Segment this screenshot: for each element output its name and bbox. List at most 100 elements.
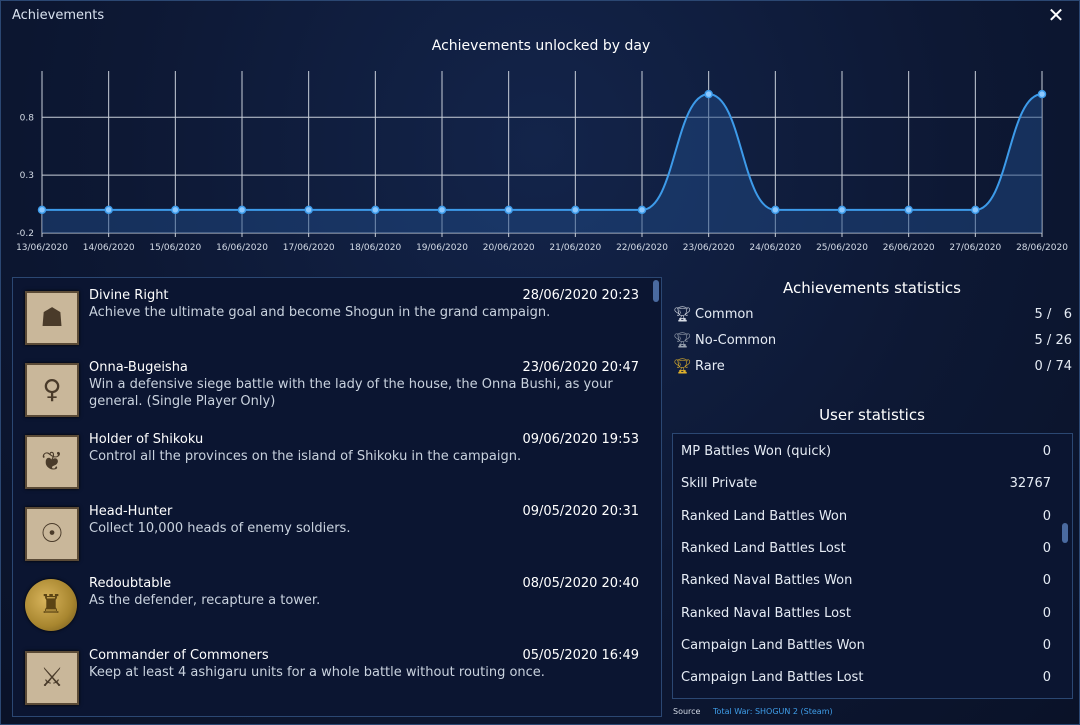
achievement-item[interactable]: ❦ Holder of Shikoku 09/06/2020 19:53 Contro…	[13, 422, 653, 494]
close-button[interactable]: ✕	[1045, 4, 1067, 26]
user-stat-label: Ranked Land Battles Won	[681, 508, 848, 524]
data-point	[571, 205, 580, 215]
stat-value: 5 / 26	[1034, 333, 1072, 348]
user-stat-value: 0	[1042, 605, 1051, 621]
trophy-gold-icon: 🏆︎	[673, 357, 693, 375]
achievement-date: 09/05/2020 20:31	[522, 504, 639, 519]
achievement-name: Holder of Shikoku	[89, 432, 204, 447]
onna-bushi-icon: ♀	[25, 363, 79, 417]
stat-label: No-Common	[695, 333, 777, 348]
user-stat-row: Ranked Naval Battles Lost 0	[681, 606, 1051, 626]
achievement-date: 09/06/2020 19:53	[522, 432, 639, 447]
achievement-name: Redoubtable	[89, 576, 172, 591]
user-stat-row: Ranked Naval Battles Won 0	[681, 573, 1051, 593]
achievements-list[interactable]: ☗ Divine Right 28/06/2020 20:23 Achieve the…	[12, 277, 662, 717]
user-stat-label: Ranked Naval Battles Won	[681, 573, 853, 589]
x-tick-label: 17/06/2020	[283, 243, 335, 253]
achievement-item[interactable]: ♜ Redoubtable 08/05/2020 20:40 As the defen…	[13, 566, 653, 638]
user-stat-label: Campaign Land Battles Lost	[681, 670, 864, 686]
achievement-description: Collect 10,000 heads of enemy soldiers.	[89, 521, 351, 536]
data-point	[971, 205, 980, 215]
achievement-name: Onna-Bugeisha	[89, 360, 188, 375]
achievements-statistics-title: Achievements statistics	[783, 279, 961, 297]
user-stat-row: Campaign Land Battles Lost 0	[681, 670, 1051, 690]
chart-title: Achievements unlocked by day	[431, 38, 651, 54]
user-stat-label: MP Battles Won (quick)	[681, 444, 832, 459]
data-point	[904, 205, 913, 215]
data-point	[37, 205, 47, 215]
x-tick-label: 16/06/2020	[216, 243, 268, 253]
x-tick-label: 28/06/2020	[1016, 243, 1068, 253]
user-stats-scrollbar[interactable]	[1062, 523, 1068, 543]
user-statistics-list[interactable]: MP Battles Won (quick) 0 Skill Private 3276…	[672, 433, 1073, 699]
source-link[interactable]: Total War: SHOGUN 2 (Steam)	[713, 707, 833, 716]
user-stat-value: 0	[1042, 670, 1051, 686]
user-stat-value: 32767	[1009, 476, 1051, 492]
user-stat-label: Ranked Naval Battles Lost	[681, 605, 851, 621]
stat-row: 🏆︎ Rare 0 / 74	[673, 357, 1073, 379]
x-tick-label: 19/06/2020	[416, 243, 468, 253]
achievement-item[interactable]: ⚔ Commander of Commoners 05/05/2020 16:49 K…	[13, 638, 653, 710]
user-stat-row: MP Battles Won (quick) 0	[681, 444, 1051, 464]
user-stat-row: Campaign Land Battles Won 0	[681, 638, 1051, 658]
x-tick-label: 23/06/2020	[683, 243, 735, 253]
data-point	[237, 205, 247, 215]
achievement-date: 08/05/2020 20:40	[522, 576, 639, 591]
user-stat-value: 0	[1042, 444, 1051, 459]
user-stat-row: Ranked Land Battles Won 0	[681, 509, 1051, 529]
source-line: Source Total War: SHOGUN 2 (Steam)	[673, 707, 833, 716]
trophy-outline-icon: 🏆︎	[673, 305, 693, 323]
achievement-name: Head-Hunter	[89, 504, 173, 519]
user-stat-row: Ranked Land Battles Lost 0	[681, 541, 1051, 561]
y-tick-label: 0.3	[20, 171, 34, 181]
user-stat-label: Campaign Land Battles Won	[681, 637, 865, 653]
achievement-date: 23/06/2020 20:47	[522, 360, 639, 375]
user-stat-value: 0	[1042, 508, 1051, 524]
data-point	[504, 205, 513, 215]
user-stat-label: Ranked Land Battles Lost	[681, 540, 846, 556]
x-tick-label: 15/06/2020	[149, 243, 201, 253]
achievement-item[interactable]: ☗ Divine Right 28/06/2020 20:23 Achieve the…	[13, 278, 653, 350]
tower-coin-icon: ♜	[25, 579, 77, 631]
x-tick-label: 24/06/2020	[749, 243, 801, 253]
achievements-window: Achievements ✕ Achievements unlocked by …	[0, 0, 1080, 725]
data-point	[837, 205, 847, 215]
x-tick-label: 14/06/2020	[83, 243, 135, 253]
x-tick-label: 18/06/2020	[349, 243, 401, 253]
x-tick-label: 21/06/2020	[549, 243, 601, 253]
y-tick-label: 0.8	[20, 113, 35, 123]
data-point	[704, 89, 713, 99]
user-stat-value: 0	[1042, 540, 1051, 556]
stat-row: 🏆︎ Common 5 / 6	[673, 305, 1073, 327]
achievement-item[interactable]: ☉ Head-Hunter 09/05/2020 20:31 Collect 10,0…	[13, 494, 653, 566]
list-scrollbar[interactable]	[653, 280, 659, 302]
achievement-description: Achieve the ultimate goal and become Sho…	[89, 305, 551, 320]
source-label: Source	[673, 707, 701, 716]
title-bar: Achievements ✕	[1, 1, 1079, 31]
data-point	[371, 205, 380, 215]
achievement-description: Win a defensive siege battle with the la…	[89, 377, 613, 409]
achievement-description: As the defender, recapture a tower.	[89, 593, 321, 608]
shogun-portrait-icon: ☗	[25, 291, 79, 345]
data-point	[437, 205, 447, 215]
data-point	[304, 205, 313, 215]
user-stat-row: Skill Private 32767	[681, 476, 1051, 496]
shikoku-map-icon: ❦	[25, 435, 79, 489]
ashigaru-icon: ⚔	[25, 651, 79, 705]
x-tick-label: 22/06/2020	[616, 243, 668, 253]
trophy-silver-icon: 🏆︎	[673, 331, 693, 349]
stat-value: 0 / 74	[1034, 359, 1072, 374]
x-tick-label: 26/06/2020	[883, 243, 935, 253]
series-line	[42, 93, 1043, 211]
achievements-chart: 0.8 0.3 -0.2 13/06/2020 14/06/2020 15/06/2020…	[16, 71, 1068, 253]
achievement-date: 28/06/2020 20:23	[522, 288, 639, 303]
user-statistics-title: User statistics	[819, 406, 925, 424]
achievement-name: Divine Right	[89, 288, 169, 303]
data-point	[171, 205, 180, 215]
achievement-date: 05/05/2020 16:49	[522, 648, 639, 663]
stat-label: Common	[695, 307, 754, 322]
stat-row: 🏆︎ No-Common 5 / 26	[673, 331, 1073, 353]
stat-value: 5 / 6	[1034, 307, 1072, 322]
achievement-item[interactable]: ♀ Onna-Bugeisha 23/06/2020 20:47 Win a defe…	[13, 350, 653, 422]
series-area	[42, 94, 1042, 233]
